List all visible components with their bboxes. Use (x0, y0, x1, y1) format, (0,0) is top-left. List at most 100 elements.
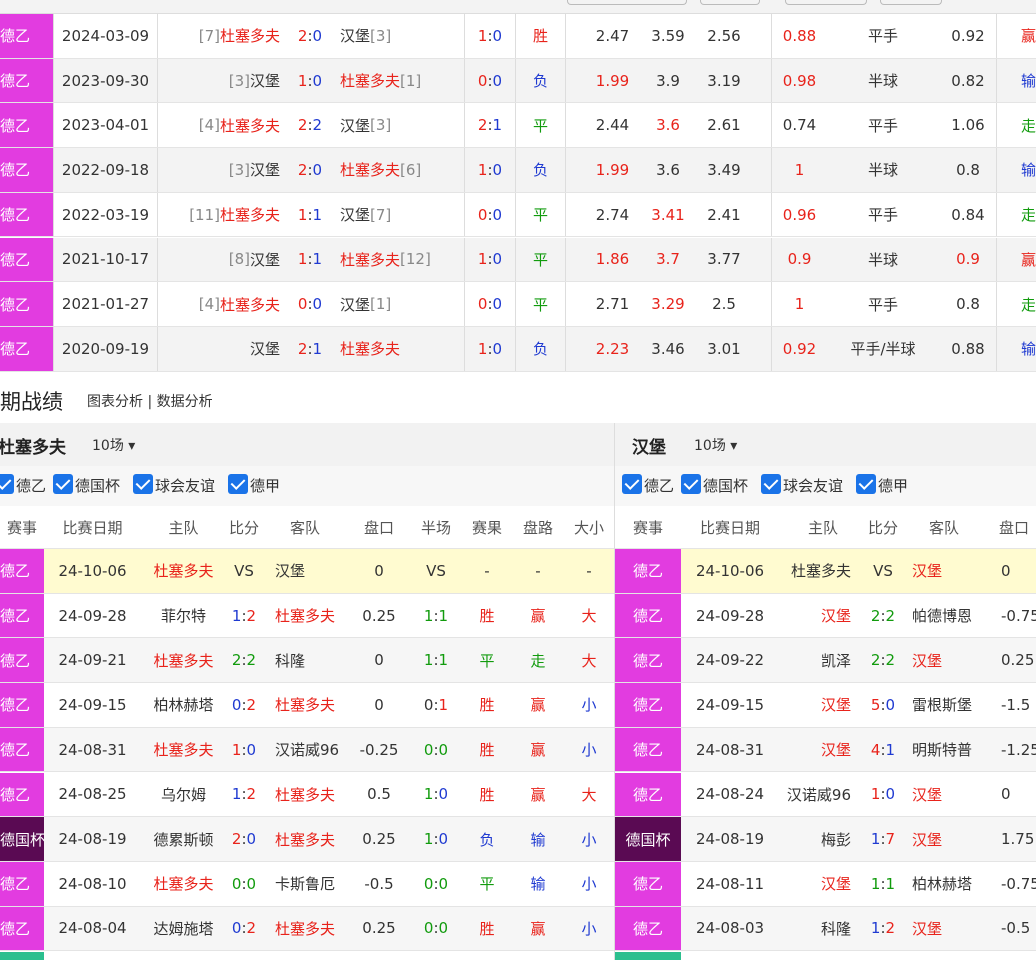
record-row[interactable]: 德乙 24-09-15 柏林赫塔 0:2 杜塞多夫 0 0:1 胜赢小 (0, 683, 614, 728)
home-team[interactable]: 汉堡 (779, 862, 867, 906)
home-team[interactable]: 杜塞多夫 (141, 549, 226, 593)
home-team[interactable]: [4] 杜塞多夫 (157, 282, 280, 326)
filter-label[interactable]: 球会友谊 (155, 475, 215, 496)
left-count-dropdown[interactable]: 10场 ▾ (92, 435, 135, 455)
record-row[interactable]: 德乙 24-08-31 杜塞多夫 1:0 汉诺威96 -0.25 0:0 胜 赢 小 (0, 727, 614, 773)
league-badge[interactable]: 德乙 (0, 549, 44, 593)
league-badge[interactable]: 德乙 (0, 103, 53, 148)
home-team[interactable]: 汉堡 (779, 594, 867, 638)
league-badge[interactable]: 德乙 (0, 593, 44, 638)
record-row[interactable]: 德乙 24-10-06 杜塞多夫 VS 汉堡 0 (615, 549, 1036, 594)
home-team[interactable]: [7] 杜塞多夫 (157, 14, 280, 58)
league-badge[interactable]: 德乙 (0, 638, 44, 683)
league-badge[interactable]: 德乙 (615, 683, 681, 727)
filter-checkbox[interactable] (761, 474, 781, 494)
h2h-row[interactable]: 德乙 2021-10-17 [8] 汉堡 1:1 杜塞多夫 [12] 1:0 平 1.86 3.7 3… (0, 237, 1036, 283)
away-team[interactable]: 汉堡 (899, 907, 989, 951)
h2h-row[interactable]: 德乙 2024-03-09 [7] 杜塞多夫 2:0 汉堡 [3] 1:0 胜 2.47 3.59 2… (0, 14, 1036, 59)
filter-checkbox[interactable] (228, 474, 248, 494)
away-team[interactable]: 汉诺威96 (262, 728, 348, 772)
away-team[interactable]: 汉堡 (899, 817, 989, 861)
home-team[interactable]: 德累斯顿 (141, 817, 226, 861)
filter-checkbox[interactable] (53, 474, 73, 494)
league-badge[interactable]: 德乙 (0, 772, 44, 817)
column-header[interactable]: 半场 (410, 506, 462, 548)
h2h-row[interactable]: 德乙 2023-09-30 [3] 汉堡 1:0 杜塞多夫 [1] 0:0 负 1.99 3.9 3.… (0, 58, 1036, 104)
column-header[interactable]: 主队 (779, 506, 867, 548)
column-header[interactable]: 大小 (564, 506, 614, 548)
record-row[interactable]: 德乙 24-09-22 凯泽 2:2 汉堡 0.25 (615, 638, 1036, 684)
h2h-row[interactable]: 德乙 2021-01-27 [4] 杜塞多夫 0:0 汉堡 [1] 0:0 平 2.71 3.29 2… (0, 282, 1036, 327)
away-team[interactable]: 科隆 (262, 638, 348, 682)
away-team[interactable]: 汉堡 [7] (340, 193, 464, 237)
home-team[interactable]: 柏林赫塔 (141, 683, 226, 727)
league-badge[interactable]: 德国杯 (615, 817, 681, 861)
record-row[interactable]: 德乙 24-10-06 杜塞多夫 VS 汉堡 0 VS - - - (0, 549, 614, 594)
league-badge[interactable]: 德乙 (0, 14, 53, 58)
home-team[interactable]: 汉堡 (779, 683, 867, 727)
h2h-row[interactable]: 德乙 2020-09-19 汉堡 2:1 杜塞多夫 1:0 负 2.23 3.46 3.01 0.9… (0, 326, 1036, 372)
filter-checkbox[interactable] (856, 474, 876, 494)
league-badge[interactable]: 德乙 (615, 772, 681, 817)
record-row[interactable]: 德乙 24-09-28 菲尔特 1:2 杜塞多夫 0.25 1:1 胜 赢 大 (0, 593, 614, 639)
filter-label[interactable]: 德甲 (878, 475, 908, 496)
home-team[interactable]: 汉堡 (779, 728, 867, 772)
filter-label[interactable]: 德乙 (16, 475, 46, 496)
away-team[interactable]: 杜塞多夫 [12] (340, 238, 464, 282)
home-team[interactable]: [8] 汉堡 (157, 237, 280, 282)
league-badge[interactable]: 德乙 (0, 148, 53, 192)
away-team[interactable]: 汉堡 (899, 773, 989, 817)
home-team[interactable]: 杜塞多夫 (141, 862, 226, 906)
home-team[interactable]: [4] 杜塞多夫 (157, 103, 280, 148)
league-badge[interactable]: 德乙 (0, 727, 44, 772)
filter-label[interactable]: 德乙 (644, 475, 674, 496)
away-team[interactable]: 帕德博恩 (899, 594, 989, 638)
away-team[interactable]: 汉堡 (262, 549, 348, 593)
column-header[interactable]: 赛果 (462, 506, 512, 548)
league-badge[interactable]: 德乙 (615, 549, 681, 593)
record-row[interactable]: 德国杯 24-08-19 梅彭 1:7 汉堡 1.75 (615, 817, 1036, 862)
filter-label[interactable]: 球会友谊 (783, 475, 843, 496)
home-team[interactable]: 乌尔姆 (141, 773, 226, 817)
away-team[interactable]: 汉堡 [3] (340, 14, 464, 58)
away-team[interactable]: 明斯特普 (899, 728, 989, 772)
home-team[interactable]: [3] 汉堡 (157, 58, 280, 103)
league-badge[interactable]: 德乙 (0, 192, 53, 237)
league-badge[interactable]: 德乙 (0, 282, 53, 326)
away-team[interactable]: 卡斯鲁厄 (262, 862, 348, 906)
filter-checkbox[interactable] (622, 474, 642, 494)
league-badge[interactable]: 德乙 (0, 906, 44, 951)
column-header[interactable]: 比分 (226, 506, 262, 548)
home-team[interactable]: 汉堡 (157, 326, 280, 371)
h2h-row[interactable]: 德乙 2022-03-19 [11] 杜塞多夫 1:1 汉堡 [7] 0:0 平 2.74 3.41… (0, 192, 1036, 238)
away-team[interactable]: 汉堡 [3] (340, 103, 464, 147)
column-header[interactable]: 盘口 (989, 506, 1036, 548)
column-header[interactable]: 主队 (141, 506, 226, 548)
league-badge[interactable]: 德乙 (615, 727, 681, 772)
away-team[interactable]: 柏林赫塔 (899, 862, 989, 906)
league-badge[interactable]: 德乙 (0, 326, 53, 371)
league-badge[interactable]: 德乙 (0, 58, 53, 103)
record-row[interactable]: 德乙 24-09-28 汉堡 2:2 帕德博恩 -0.75 (615, 593, 1036, 639)
record-row[interactable]: 德乙 24-08-10 杜塞多夫 0:0 卡斯鲁厄 -0.5 0:0 平 输 小 (0, 861, 614, 907)
column-header[interactable]: 比赛日期 (44, 506, 141, 548)
record-row[interactable]: 德乙 24-08-03 科隆 1:2 汉堡 -0.5 (615, 906, 1036, 952)
league-badge[interactable]: 德乙 (0, 237, 53, 282)
away-team[interactable]: 杜塞多夫 (262, 683, 348, 727)
away-team[interactable]: 汉堡 [1] (340, 282, 464, 326)
home-team[interactable]: 杜塞多夫 (141, 638, 226, 682)
record-row[interactable]: 德国杯 24-08-19 德累斯顿 2:0 杜塞多夫 0.25 1:0 负 输 小 (0, 817, 614, 862)
away-team[interactable]: 杜塞多夫 (262, 907, 348, 951)
away-team[interactable]: 杜塞多夫 [1] (340, 59, 464, 103)
record-row[interactable]: 德乙 24-08-31 汉堡 4:1 明斯特普 -1.25 (615, 727, 1036, 773)
section-links[interactable]: 图表分析 | 数据分析 (87, 391, 213, 411)
column-header[interactable]: 盘路 (512, 506, 564, 548)
away-team[interactable]: 汉堡 (899, 638, 989, 682)
away-team[interactable]: 杜塞多夫 (340, 327, 464, 371)
league-badge[interactable]: 德乙 (615, 593, 681, 638)
right-count-dropdown[interactable]: 10场 ▾ (694, 435, 737, 455)
column-header[interactable]: 比赛日期 (681, 506, 779, 548)
league-badge[interactable]: 德乙 (0, 861, 44, 906)
record-row[interactable]: 德乙 24-08-11 汉堡 1:1 柏林赫塔 -0.75 (615, 861, 1036, 907)
record-row[interactable]: 德乙 24-08-24 汉诺威96 1:0 汉堡 0 (615, 772, 1036, 818)
